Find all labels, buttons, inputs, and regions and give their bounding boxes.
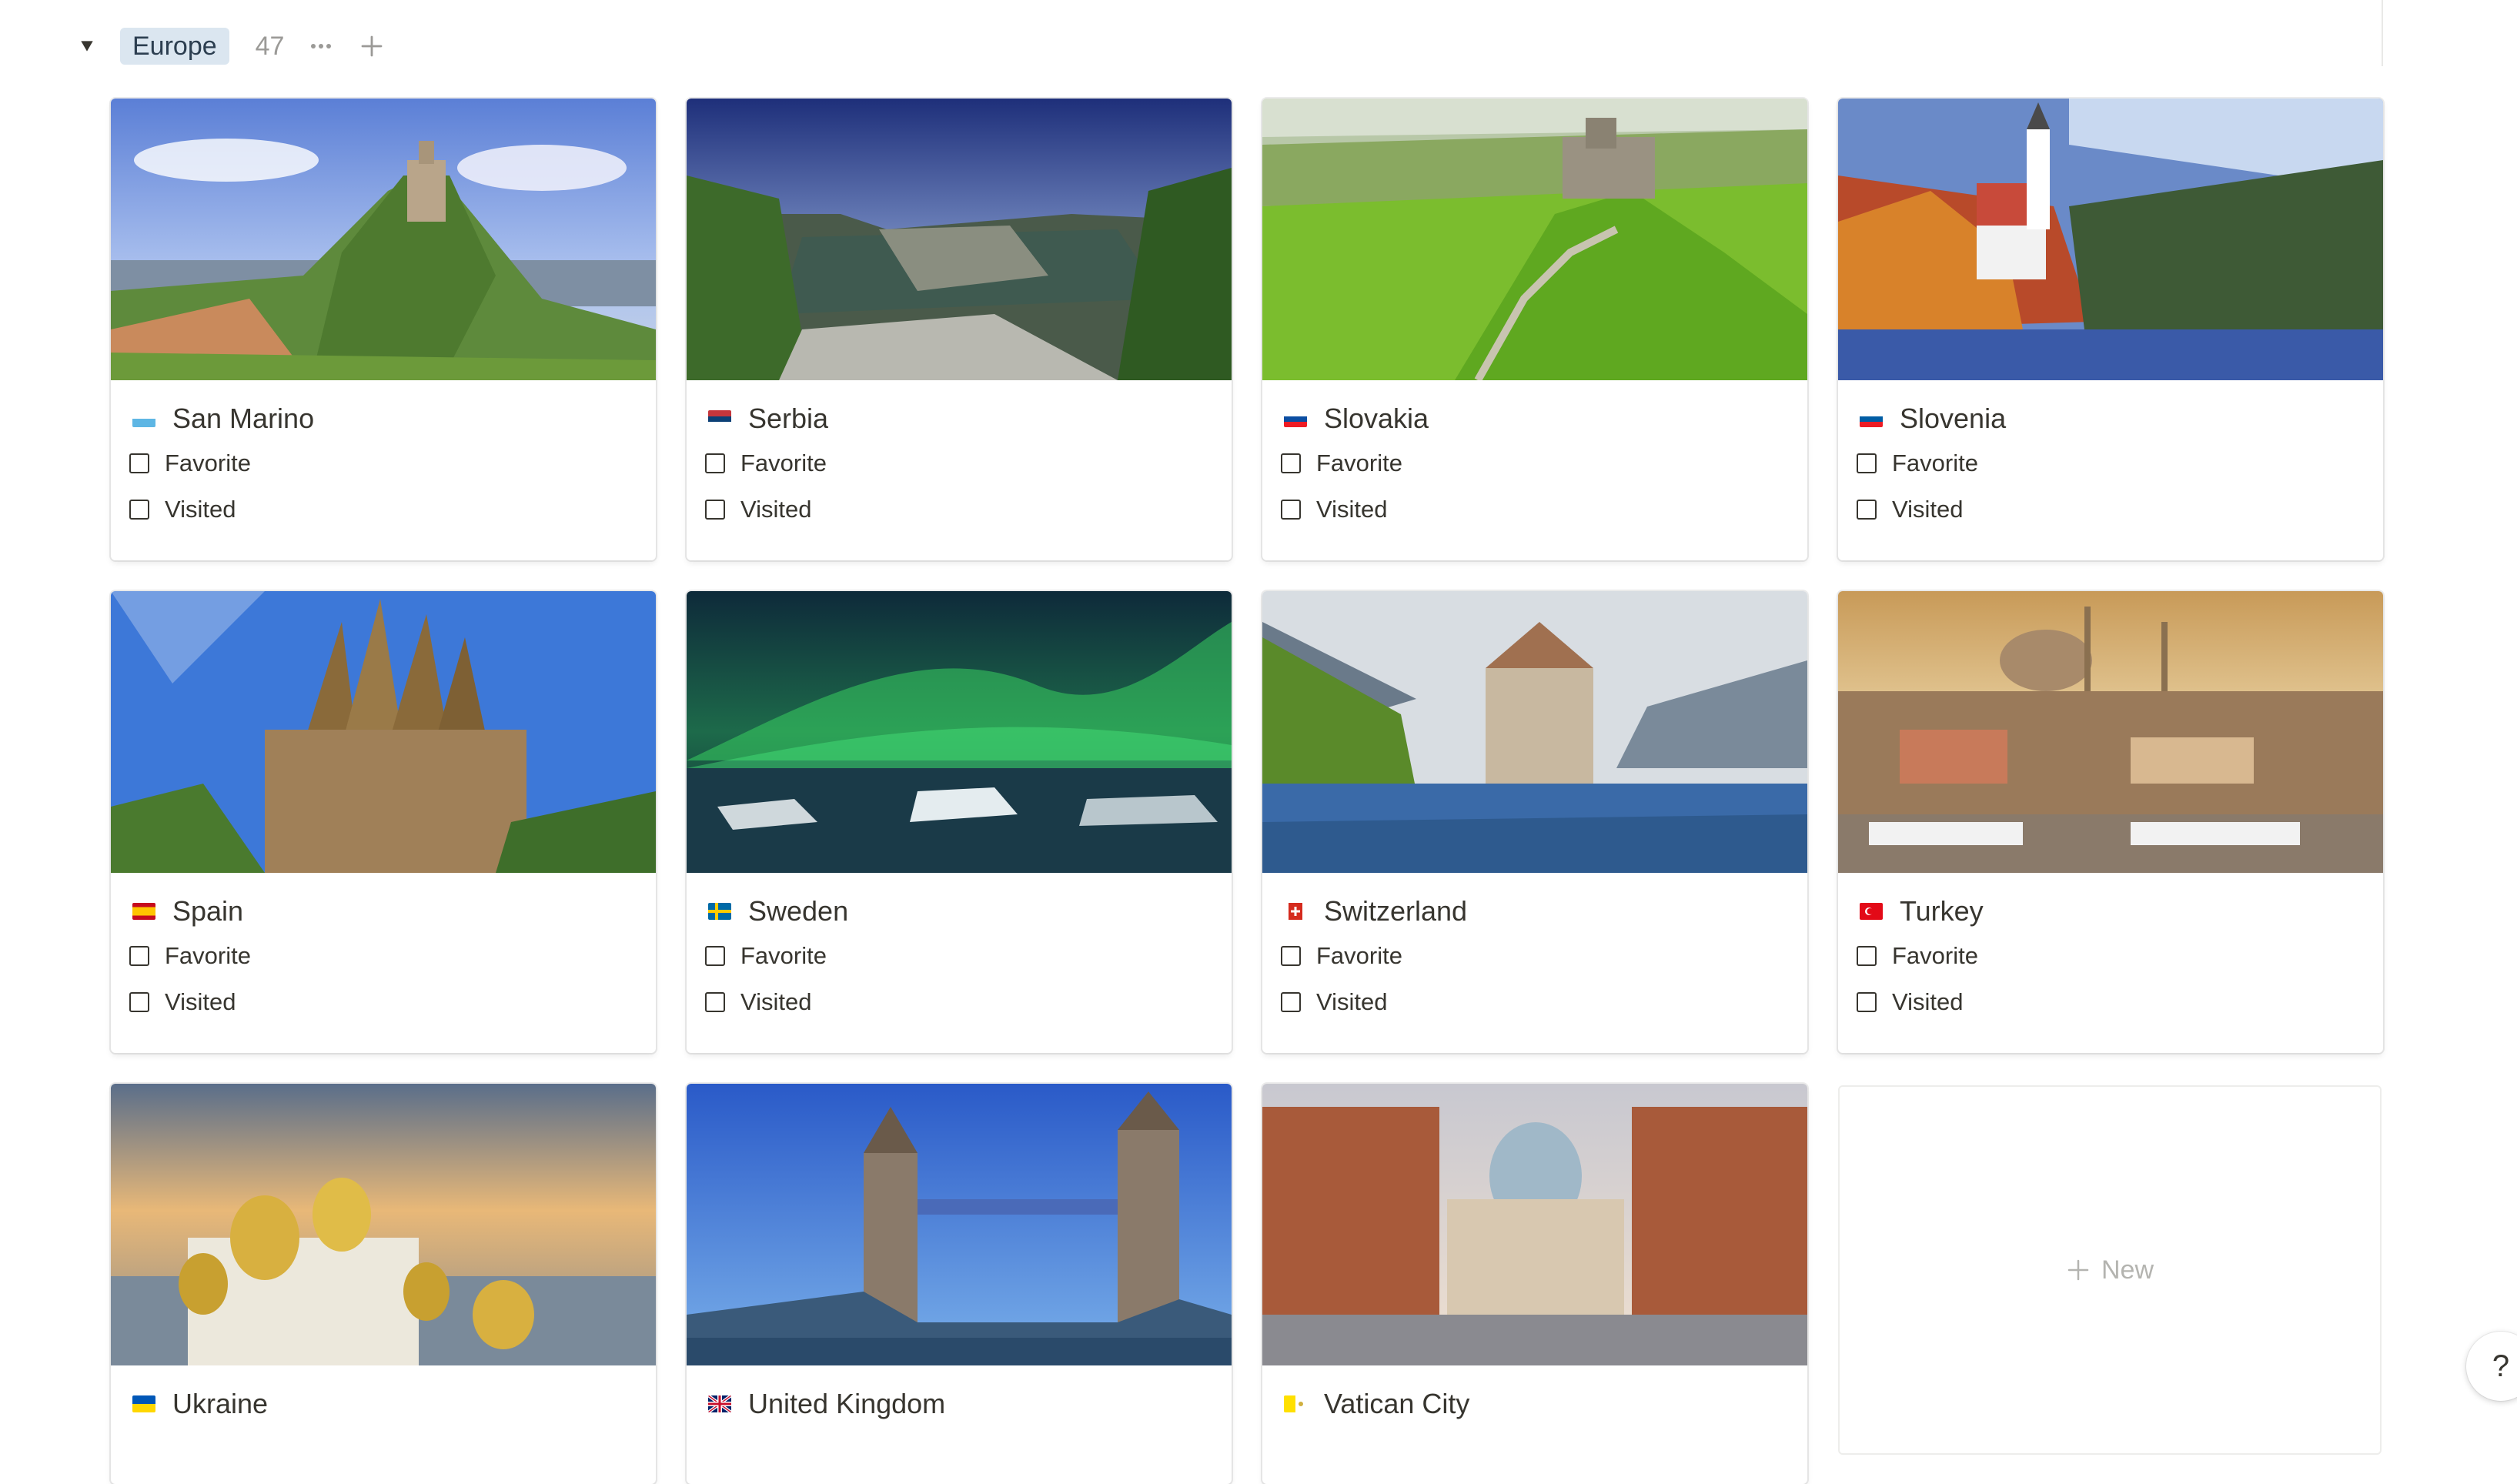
- new-card-button[interactable]: New: [1838, 1085, 2382, 1455]
- favorite-checkbox[interactable]: [1281, 946, 1301, 966]
- visited-checkbox[interactable]: [129, 992, 149, 1012]
- help-icon: ?: [2492, 1349, 2510, 1383]
- card-cover-image: [1262, 99, 1807, 380]
- favorite-checkbox[interactable]: [1857, 453, 1877, 473]
- card-turkey[interactable]: Turkey Favorite Visited: [1838, 591, 2383, 1053]
- visited-property[interactable]: Visited: [687, 486, 1232, 533]
- visited-property[interactable]: Visited: [1838, 486, 2383, 533]
- collapse-toggle-icon[interactable]: [77, 36, 97, 56]
- card-title: Ukraine: [172, 1388, 269, 1419]
- spain-flag-icon: [132, 903, 155, 920]
- card-title: Spain: [172, 895, 244, 927]
- card-cover-image: [687, 1084, 1232, 1365]
- visited-property[interactable]: Visited: [1262, 979, 1807, 1025]
- card-title: Serbia: [748, 403, 829, 434]
- favorite-property[interactable]: Favorite: [1838, 933, 2383, 979]
- card-title: Vatican City: [1324, 1388, 1470, 1419]
- favorite-property[interactable]: Favorite: [687, 440, 1232, 486]
- card-cover-image: [1838, 591, 2383, 873]
- visited-checkbox[interactable]: [1281, 500, 1301, 520]
- card-cover-image: [687, 99, 1232, 380]
- card-slovakia[interactable]: Slovakia Favorite Visited: [1262, 99, 1807, 560]
- card-cover-image: [687, 591, 1232, 873]
- favorite-property[interactable]: Favorite: [1262, 440, 1807, 486]
- group-header: Europe 47: [77, 23, 386, 69]
- favorite-property[interactable]: Favorite: [1262, 933, 1807, 979]
- united-kingdom-flag-icon: [708, 1395, 731, 1412]
- card-cover-image: [111, 1084, 656, 1365]
- card-ukraine[interactable]: Ukraine: [111, 1084, 656, 1484]
- card-cover-image: [1838, 99, 2383, 380]
- visited-checkbox[interactable]: [1281, 992, 1301, 1012]
- board-column-divider: [2382, 0, 2383, 66]
- card-cover-image: [111, 99, 656, 380]
- help-button[interactable]: ?: [2466, 1332, 2517, 1401]
- favorite-property[interactable]: Favorite: [111, 440, 656, 486]
- san-marino-flag-icon: [132, 410, 155, 427]
- sweden-flag-icon: [708, 903, 731, 920]
- favorite-property[interactable]: Favorite: [1838, 440, 2383, 486]
- group-count: 47: [255, 31, 285, 61]
- card-slovenia[interactable]: Slovenia Favorite Visited: [1838, 99, 2383, 560]
- slovakia-flag-icon: [1284, 410, 1307, 427]
- favorite-property[interactable]: Favorite: [111, 933, 656, 979]
- card-title: Slovenia: [1900, 403, 2007, 434]
- serbia-flag-icon: [708, 410, 731, 427]
- favorite-checkbox[interactable]: [1857, 946, 1877, 966]
- group-name-tag[interactable]: Europe: [120, 28, 229, 65]
- favorite-checkbox[interactable]: [129, 946, 149, 966]
- visited-property[interactable]: Visited: [1262, 486, 1807, 533]
- card-cover-image: [1262, 1084, 1807, 1365]
- vatican-city-flag-icon: [1284, 1395, 1307, 1412]
- card-sweden[interactable]: Sweden Favorite Visited: [687, 591, 1232, 1053]
- visited-checkbox[interactable]: [1857, 500, 1877, 520]
- card-title: San Marino: [172, 403, 315, 434]
- visited-checkbox[interactable]: [1857, 992, 1877, 1012]
- card-serbia[interactable]: Serbia Favorite Visited: [687, 99, 1232, 560]
- plus-icon: [2067, 1259, 2089, 1281]
- more-options-icon[interactable]: [307, 32, 335, 60]
- card-title: Turkey: [1900, 895, 1984, 927]
- card-title: Sweden: [748, 895, 849, 927]
- card-vatican-city[interactable]: Vatican City: [1262, 1084, 1807, 1484]
- visited-checkbox[interactable]: [129, 500, 149, 520]
- favorite-checkbox[interactable]: [1281, 453, 1301, 473]
- visited-checkbox[interactable]: [705, 992, 725, 1012]
- add-card-icon[interactable]: [358, 32, 386, 60]
- visited-property[interactable]: Visited: [111, 979, 656, 1025]
- card-united-kingdom[interactable]: United Kingdom: [687, 1084, 1232, 1484]
- new-card-label: New: [2101, 1255, 2154, 1285]
- card-switzerland[interactable]: Switzerland Favorite Visited: [1262, 591, 1807, 1053]
- card-cover-image: [111, 591, 656, 873]
- visited-property[interactable]: Visited: [111, 486, 656, 533]
- switzerland-flag-icon: [1284, 903, 1307, 920]
- favorite-checkbox[interactable]: [129, 453, 149, 473]
- favorite-property[interactable]: Favorite: [687, 933, 1232, 979]
- card-title: Slovakia: [1324, 403, 1429, 434]
- card-cover-image: [1262, 591, 1807, 873]
- card-title: United Kingdom: [748, 1388, 946, 1419]
- card-san-marino[interactable]: San Marino Favorite Visited: [111, 99, 656, 560]
- slovenia-flag-icon: [1860, 410, 1883, 427]
- turkey-flag-icon: [1860, 903, 1883, 920]
- favorite-checkbox[interactable]: [705, 946, 725, 966]
- ukraine-flag-icon: [132, 1395, 155, 1412]
- favorite-checkbox[interactable]: [705, 453, 725, 473]
- card-spain[interactable]: Spain Favorite Visited: [111, 591, 656, 1053]
- visited-property[interactable]: Visited: [1838, 979, 2383, 1025]
- visited-property[interactable]: Visited: [687, 979, 1232, 1025]
- card-title: Switzerland: [1324, 895, 1468, 927]
- visited-checkbox[interactable]: [705, 500, 725, 520]
